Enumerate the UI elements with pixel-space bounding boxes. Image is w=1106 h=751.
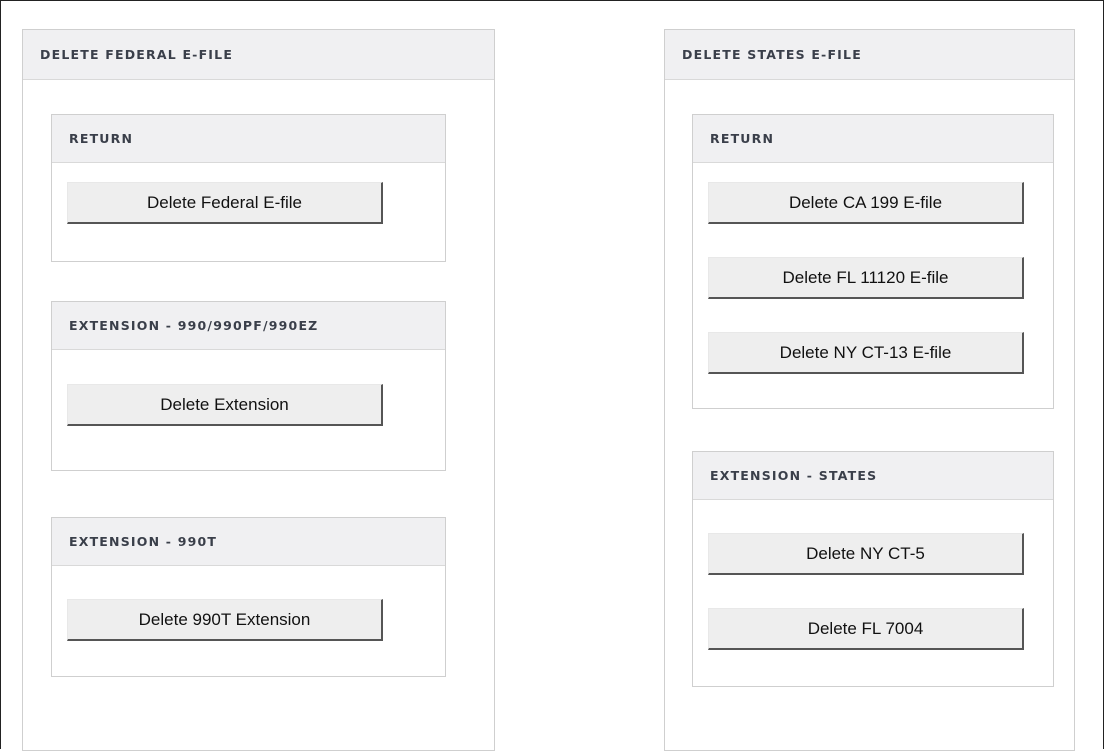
states-extension-section: EXTENSION - STATES Delete NY CT-5 Delete… (692, 451, 1054, 687)
states-efile-panel: DELETE STATES E-FILE RETURN Delete CA 19… (664, 29, 1075, 751)
federal-extension-section: EXTENSION - 990/990PF/990EZ Delete Exten… (51, 301, 446, 471)
delete-ca-199-efile-button[interactable]: Delete CA 199 E-file (708, 182, 1024, 224)
section-title: RETURN (52, 115, 445, 163)
states-panel-title: DELETE STATES E-FILE (665, 30, 1074, 80)
section-title: RETURN (693, 115, 1053, 163)
federal-990t-extension-section: EXTENSION - 990T Delete 990T Extension (51, 517, 446, 677)
states-return-section: RETURN Delete CA 199 E-file Delete FL 11… (692, 114, 1054, 409)
delete-990t-extension-button[interactable]: Delete 990T Extension (67, 599, 383, 641)
delete-fl-11120-efile-button[interactable]: Delete FL 11120 E-file (708, 257, 1024, 299)
delete-ny-ct5-button[interactable]: Delete NY CT-5 (708, 533, 1024, 575)
federal-efile-panel: DELETE FEDERAL E-FILE RETURN Delete Fede… (22, 29, 495, 751)
delete-fl-7004-button[interactable]: Delete FL 7004 (708, 608, 1024, 650)
delete-ny-ct13-efile-button[interactable]: Delete NY CT-13 E-file (708, 332, 1024, 374)
federal-return-section: RETURN Delete Federal E-file (51, 114, 446, 262)
section-title: EXTENSION - 990T (52, 518, 445, 566)
section-title: EXTENSION - STATES (693, 452, 1053, 500)
federal-panel-title: DELETE FEDERAL E-FILE (23, 30, 494, 80)
delete-extension-button[interactable]: Delete Extension (67, 384, 383, 426)
delete-federal-efile-button[interactable]: Delete Federal E-file (67, 182, 383, 224)
section-title: EXTENSION - 990/990PF/990EZ (52, 302, 445, 350)
